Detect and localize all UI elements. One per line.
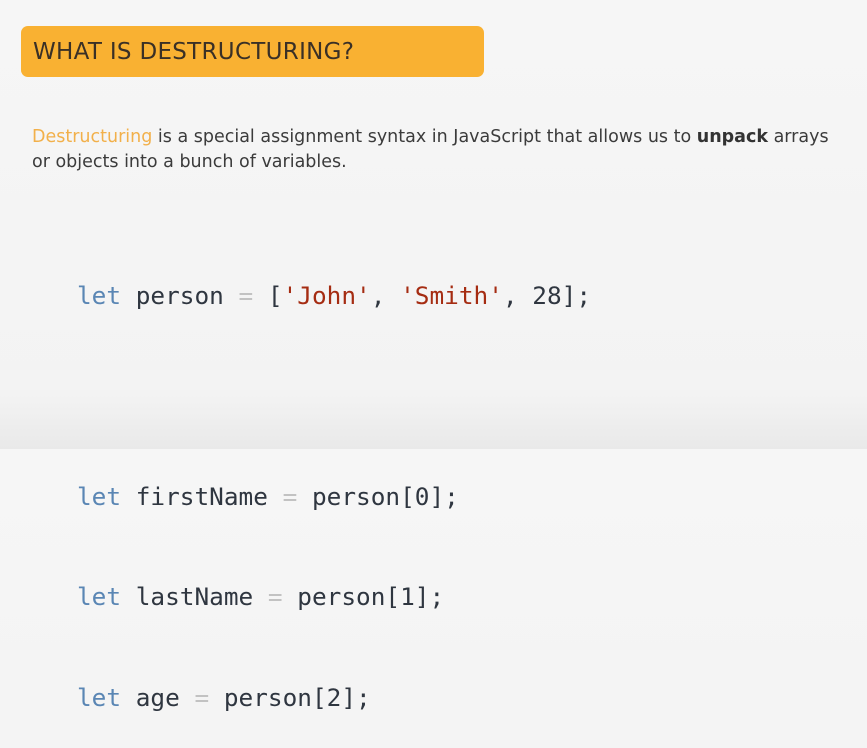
title-banner: WHAT IS DESTRUCTURING? bbox=[21, 26, 484, 77]
assign-operator: = bbox=[238, 281, 254, 310]
intro-paragraph: Destructuring is a special assignment sy… bbox=[32, 125, 852, 175]
close-bracket: ]; bbox=[561, 281, 592, 310]
code-line-person: let person = ['John', 'Smith', 28]; bbox=[77, 279, 591, 313]
open-bracket: [ bbox=[267, 281, 283, 310]
keyword-let: let bbox=[77, 281, 122, 310]
array-access: person[1]; bbox=[297, 582, 445, 611]
assign-operator: = bbox=[282, 481, 298, 511]
assign-operator: = bbox=[194, 682, 210, 712]
variable-name: person bbox=[135, 281, 224, 310]
keyword-let: let bbox=[77, 481, 122, 511]
array-access: person[0]; bbox=[311, 481, 459, 511]
code-line-lastname: let lastName = person[1]; bbox=[77, 580, 591, 614]
intro-term: Destructuring bbox=[32, 127, 153, 147]
keyword-let: let bbox=[77, 682, 122, 712]
number-literal: 28 bbox=[532, 281, 562, 310]
string-literal: 'John' bbox=[282, 281, 371, 310]
variable-name: firstName bbox=[135, 481, 268, 511]
code-block: let person = ['John', 'Smith', 28]; let … bbox=[77, 212, 591, 748]
slide-title: WHAT IS DESTRUCTURING? bbox=[33, 38, 355, 65]
variable-name: lastName bbox=[135, 582, 254, 611]
variable-name: age bbox=[135, 682, 180, 712]
code-line-age: let age = person[2]; bbox=[77, 681, 591, 715]
array-access: person[2]; bbox=[223, 682, 371, 712]
code-line-firstname: let firstName = person[0]; bbox=[77, 480, 591, 514]
intro-bold-word: unpack bbox=[696, 127, 768, 147]
assign-operator: = bbox=[267, 582, 283, 611]
intro-text-before: is a special assignment syntax in JavaSc… bbox=[152, 127, 697, 147]
string-literal: 'Smith' bbox=[400, 281, 503, 310]
separator: , bbox=[370, 281, 401, 310]
keyword-let: let bbox=[77, 582, 122, 611]
separator: , bbox=[502, 281, 533, 310]
